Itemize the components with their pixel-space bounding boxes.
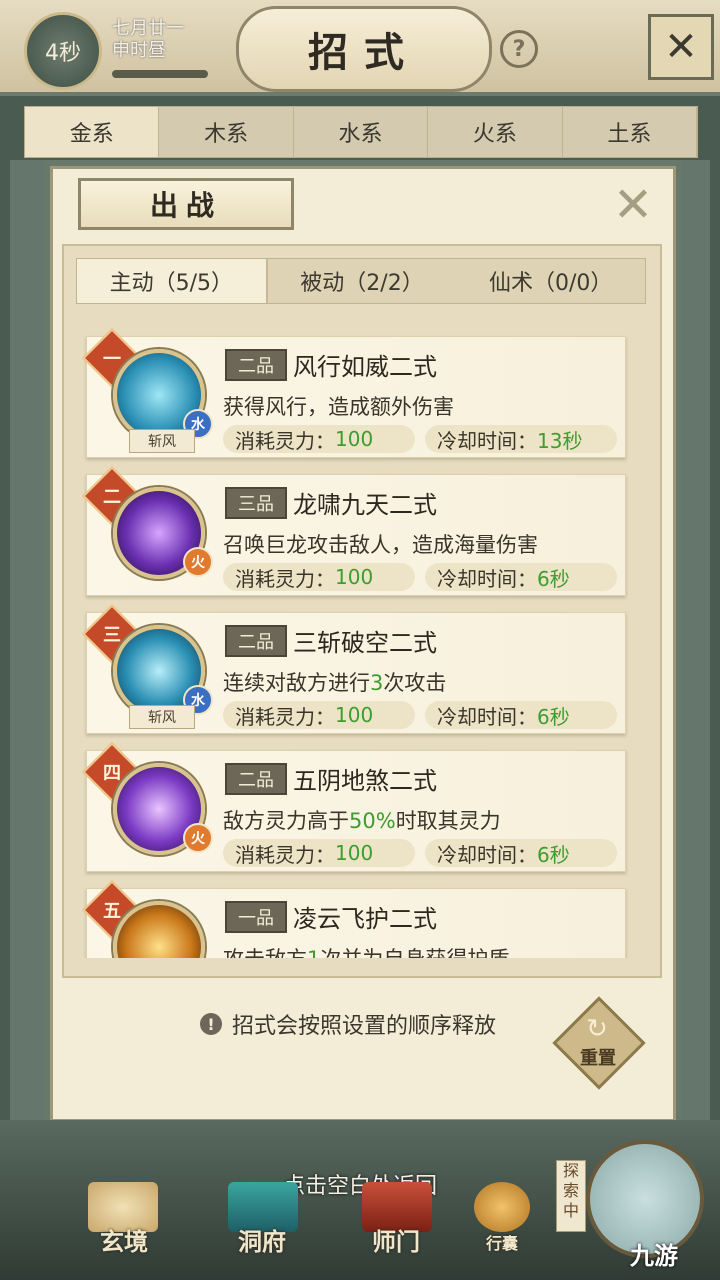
grade-badge: 三品 <box>225 487 287 519</box>
date-line: 七月廿一 <box>112 18 184 39</box>
cost-stat: 消耗灵力： 100 <box>223 425 415 453</box>
desc-number: 1 <box>307 947 320 958</box>
skill-name: 龙啸九天二式 <box>293 491 437 519</box>
help-icon[interactable]: ? <box>500 30 538 68</box>
reset-label: 重置 <box>580 1048 616 1069</box>
order-note: ! 招式会按照设置的顺序释放 <box>200 1008 496 1040</box>
skill-desc: 连续对敌方进行3次攻击 <box>223 667 446 697</box>
nav-bag[interactable]: 行囊 <box>462 1230 542 1254</box>
skill-desc: 召唤巨龙攻击敌人，造成海量伤害 <box>223 533 538 557</box>
tab-active[interactable]: 主动（5/5） <box>77 259 268 303</box>
bag-icon <box>474 1182 530 1232</box>
skill-card[interactable]: 一 水 斩风 二品 风行如威二式 获得风行，造成额外伤害 消耗灵力： 100 冷却… <box>82 328 626 458</box>
skill-desc: 敌方灵力高于50%时取其灵力 <box>223 805 501 835</box>
skill-card[interactable]: 四 火 二品 五阴地煞二式 敌方灵力高于50%时取其灵力 消耗灵力： 100 冷却… <box>82 742 626 872</box>
cooldown-value: 6秒 <box>537 842 570 867</box>
cooldown-stat: 冷却时间： 6秒 <box>425 839 617 867</box>
skill-desc: 攻击敌方1次并为自身获得护盾 <box>223 943 509 958</box>
desc-text: 攻击敌方 <box>223 947 307 958</box>
skill-name: 凌云飞护二式 <box>293 905 437 933</box>
time-line: 申时昼 <box>112 40 166 61</box>
tab-fire[interactable]: 火系 <box>428 107 563 157</box>
cost-label: 消耗灵力： <box>235 566 335 591</box>
cost-value: 100 <box>335 427 374 451</box>
cost-stat: 消耗灵力： 100 <box>223 839 415 867</box>
cost-value: 100 <box>335 565 374 589</box>
cost-value: 100 <box>335 703 374 727</box>
grade-badge: 二品 <box>225 625 287 657</box>
fire-element-icon: 火 <box>183 547 213 577</box>
nav-sect[interactable]: 师门 <box>356 1222 436 1257</box>
cooldown-label: 冷却时间： <box>437 566 537 591</box>
info-icon: ! <box>200 1013 222 1035</box>
desc-text: 敌方灵力高于 <box>223 809 349 833</box>
tab-passive[interactable]: 被动（2/2） <box>268 259 457 303</box>
cost-stat: 消耗灵力： 100 <box>223 563 415 591</box>
skill-tag: 斩风 <box>129 705 195 729</box>
cost-stat: 消耗灵力： 100 <box>223 701 415 729</box>
desc-text: 时取其灵力 <box>395 809 501 833</box>
skill-list[interactable]: 一 水 斩风 二品 风行如威二式 获得风行，造成额外伤害 消耗灵力： 100 冷却… <box>76 318 644 958</box>
cooldown-label: 冷却时间： <box>437 842 537 867</box>
cost-label: 消耗灵力： <box>235 428 335 453</box>
skill-card[interactable]: 二 火 三品 龙啸九天二式 召唤巨龙攻击敌人，造成海量伤害 消耗灵力： 100 冷… <box>82 466 626 596</box>
cooldown-label: 冷却时间： <box>437 704 537 729</box>
dialog-title: 出战 <box>78 178 294 230</box>
cost-label: 消耗灵力： <box>235 704 335 729</box>
tab-metal[interactable]: 金系 <box>25 107 160 157</box>
grade-badge: 二品 <box>225 763 287 795</box>
nav-cave[interactable]: 洞府 <box>222 1222 302 1257</box>
skill-name: 风行如威二式 <box>293 353 437 381</box>
desc-number: 50% <box>349 809 396 833</box>
watermark: 九游 <box>630 1242 678 1270</box>
cooldown-value: 13秒 <box>537 428 583 453</box>
skill-name: 五阴地煞二式 <box>293 767 437 795</box>
desc-text: 连续对敌方进行 <box>223 671 370 695</box>
tab-immortal[interactable]: 仙术（0/0） <box>456 259 645 303</box>
game-date: 七月廿一 申时昼 <box>112 18 184 62</box>
day-progress-bar <box>112 70 208 78</box>
desc-text: 次并为自身获得护盾 <box>320 947 509 958</box>
cooldown-stat: 冷却时间： 6秒 <box>425 701 617 729</box>
tab-earth[interactable]: 土系 <box>563 107 698 157</box>
cooldown-value: 6秒 <box>537 566 570 591</box>
skill-tag: 斩风 <box>129 429 195 453</box>
cost-value: 100 <box>335 841 374 865</box>
grade-badge: 一品 <box>225 901 287 933</box>
skill-name: 三斩破空二式 <box>293 629 437 657</box>
fire-element-icon: 火 <box>183 823 213 853</box>
exploring-label: 探索中 <box>556 1160 586 1232</box>
timer-badge: 4秒 <box>24 12 102 90</box>
reset-icon: ↻ <box>586 1014 608 1044</box>
cost-label: 消耗灵力： <box>235 842 335 867</box>
cooldown-stat: 冷却时间： 13秒 <box>425 425 617 453</box>
note-text: 招式会按照设置的顺序释放 <box>232 1014 497 1039</box>
dialog-close-icon[interactable]: ✕ <box>608 177 658 233</box>
desc-text: 次攻击 <box>383 671 447 695</box>
desc-number: 3 <box>370 671 384 695</box>
tab-wood[interactable]: 木系 <box>159 107 294 157</box>
cooldown-value: 6秒 <box>537 704 570 729</box>
cooldown-label: 冷却时间： <box>437 428 537 453</box>
grade-badge: 二品 <box>225 349 287 381</box>
skill-card[interactable]: 五 一品 凌云飞护二式 攻击敌方1次并为自身获得护盾 <box>82 880 626 958</box>
skill-desc: 获得风行，造成额外伤害 <box>223 395 454 419</box>
element-tabs: 金系 木系 水系 火系 土系 <box>24 106 698 158</box>
close-icon[interactable]: ✕ <box>648 14 714 80</box>
skill-card[interactable]: 三 水 斩风 二品 三斩破空二式 连续对敌方进行3次攻击 消耗灵力： 100 冷却… <box>82 604 626 734</box>
cooldown-stat: 冷却时间： 6秒 <box>425 563 617 591</box>
skill-type-tabs: 主动（5/5） 被动（2/2） 仙术（0/0） <box>76 258 646 304</box>
tab-water[interactable]: 水系 <box>294 107 429 157</box>
nav-realm[interactable]: 玄境 <box>84 1222 164 1257</box>
page-title: 招式 <box>236 6 492 92</box>
